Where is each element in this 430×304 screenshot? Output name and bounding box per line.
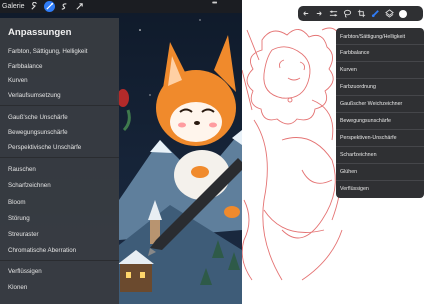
more-icon[interactable]: •••	[212, 0, 217, 8]
right-toolbar	[298, 6, 423, 21]
menu-divider	[336, 180, 424, 181]
menu-item-perspective-blur[interactable]: Perspektiven-Unschärfe	[340, 135, 397, 141]
menu-item-gaussian-blur[interactable]: Gauß'sche Unschärfe	[8, 114, 68, 121]
menu-item-curves[interactable]: Kurven	[340, 67, 357, 73]
menu-divider	[336, 61, 424, 62]
wrench-icon[interactable]	[29, 1, 40, 12]
menu-item-clone[interactable]: Klonen	[8, 284, 27, 291]
menu-divider	[336, 44, 424, 45]
menu-divider	[336, 129, 424, 130]
layers-icon[interactable]	[382, 6, 396, 21]
color-icon[interactable]	[396, 6, 410, 21]
menu-item-liquify[interactable]: Verflüssigen	[8, 268, 42, 275]
gallery-link[interactable]: Galerie	[2, 3, 25, 10]
menu-item-glow[interactable]: Glühen	[340, 169, 357, 175]
menu-item-gradient-map[interactable]: Verlaufsumsetzung	[8, 92, 61, 99]
crop-icon[interactable]	[354, 6, 368, 21]
menu-divider	[0, 260, 119, 261]
menu-divider	[336, 78, 424, 79]
menu-divider	[0, 105, 119, 106]
menu-title: Anpassungen	[8, 27, 72, 38]
adjustments-wand-icon[interactable]	[43, 1, 55, 12]
left-toolbar: Galerie •••	[0, 0, 242, 13]
menu-item-halftone[interactable]: Streuraster	[8, 231, 39, 238]
menu-item-noise[interactable]: Rauschen	[8, 166, 36, 173]
redo-icon[interactable]	[312, 6, 326, 21]
menu-item-motion-blur[interactable]: Bewegungsunschärfe	[8, 129, 68, 136]
undo-icon[interactable]	[298, 6, 312, 21]
menu-item-glitch[interactable]: Störung	[8, 215, 30, 222]
menu-item-hue-saturation[interactable]: Farbton, Sättigung, Helligkeit	[8, 48, 87, 55]
menu-item-sharpen[interactable]: Scharfzeichnen	[8, 182, 51, 189]
menu-item-bloom[interactable]: Bloom	[8, 199, 26, 206]
menu-item-motion-blur[interactable]: Bewegungsunschärfe	[340, 118, 391, 124]
selection-s-icon[interactable]	[59, 1, 70, 12]
menu-divider	[336, 112, 424, 113]
adjustments-menu: Anpassungen Farbton, Sättigung, Helligke…	[0, 18, 119, 304]
brush-icon[interactable]	[368, 6, 382, 21]
menu-item-color-balance[interactable]: Farbbalance	[340, 50, 369, 56]
transform-arrow-icon[interactable]	[74, 1, 85, 12]
menu-item-curves[interactable]: Kurven	[8, 77, 28, 84]
menu-item-gaussian-blur[interactable]: Gaußscher Weichzeichner	[340, 101, 402, 107]
menu-item-hue-saturation[interactable]: Farbton/Sättigung/Helligkeit	[340, 34, 405, 40]
menu-item-sharpen[interactable]: Scharfzeichnen	[340, 152, 377, 158]
adjust-icon[interactable]	[326, 6, 340, 21]
menu-item-chromatic-aberration[interactable]: Chromatische Aberration	[8, 247, 76, 254]
menu-item-color-balance[interactable]: Farbbalance	[8, 63, 42, 70]
lasso-icon[interactable]	[340, 6, 354, 21]
menu-item-liquify[interactable]: Verflüssigen	[340, 186, 369, 192]
menu-divider	[336, 95, 424, 96]
filter-menu: Farbton/Sättigung/Helligkeit Farbbalance…	[336, 28, 424, 198]
menu-item-gradient-map[interactable]: Farbzuordnung	[340, 84, 376, 90]
menu-divider	[336, 163, 424, 164]
left-app-pane: Galerie ••• Anpassungen Farbton, Sättigu…	[0, 0, 242, 304]
menu-divider	[336, 146, 424, 147]
right-app-pane: Farbton/Sättigung/Helligkeit Farbbalance…	[242, 0, 430, 304]
menu-divider	[0, 157, 119, 158]
menu-item-perspective-blur[interactable]: Perspektivische Unschärfe	[8, 144, 81, 151]
